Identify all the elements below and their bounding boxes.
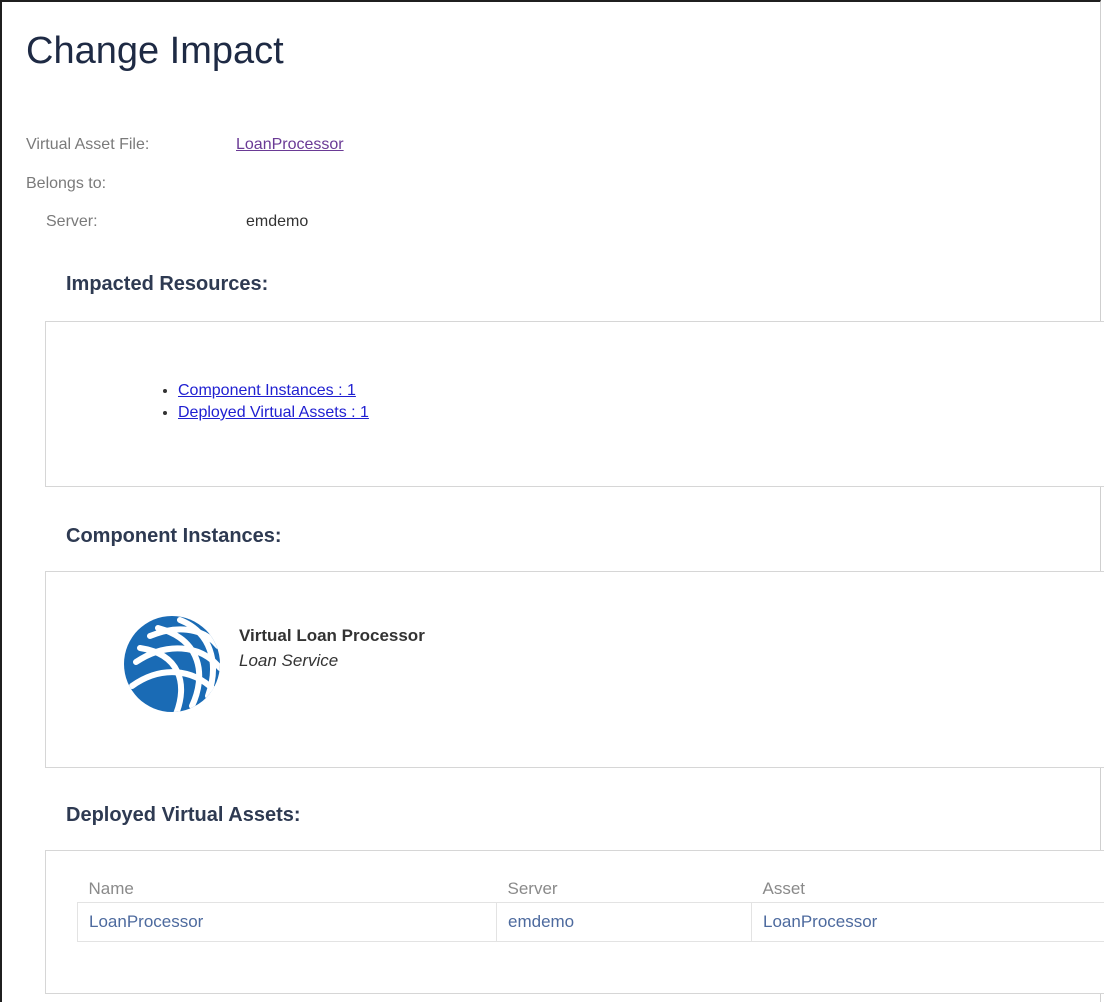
table-cell-name: LoanProcessor bbox=[77, 902, 497, 942]
component-instance-name[interactable]: Virtual Loan Processor bbox=[239, 626, 425, 646]
column-header-asset: Asset bbox=[762, 879, 806, 898]
globe-icon bbox=[122, 614, 222, 714]
virtual-asset-file-link[interactable]: LoanProcessor bbox=[236, 136, 344, 154]
deployed-virtual-assets-panel: Name Server Asset LoanProcessor emdemo L… bbox=[45, 850, 1104, 994]
column-header-server: Server bbox=[507, 879, 558, 898]
page-title: Change Impact bbox=[26, 30, 284, 72]
component-instance-description: Loan Service bbox=[239, 651, 339, 670]
virtual-asset-file-label: Virtual Asset File: bbox=[26, 136, 150, 153]
component-instances-panel: Virtual Loan Processor Loan Service bbox=[45, 571, 1104, 768]
column-header-name: Name bbox=[88, 879, 134, 898]
impacted-resources-panel: Component Instances : 1 Deployed Virtual… bbox=[45, 321, 1104, 487]
impacted-resources-list: Component Instances : 1 Deployed Virtual… bbox=[156, 380, 369, 424]
deployed-virtual-assets-link[interactable]: Deployed Virtual Assets : 1 bbox=[178, 404, 369, 421]
belongs-to-label: Belongs to: bbox=[26, 175, 107, 192]
deployed-virtual-assets-table: Name Server Asset LoanProcessor emdemo L… bbox=[77, 863, 1104, 942]
server-label: Server: bbox=[46, 213, 98, 230]
component-instances-heading: Component Instances: bbox=[66, 525, 282, 547]
list-item: Component Instances : 1 bbox=[178, 380, 369, 402]
table-header-row: Name Server Asset bbox=[78, 863, 1104, 903]
component-instances-link[interactable]: Component Instances : 1 bbox=[178, 382, 356, 399]
server-value: emdemo bbox=[246, 213, 309, 230]
impacted-resources-heading: Impacted Resources: bbox=[66, 273, 269, 295]
table-row[interactable]: LoanProcessor emdemo LoanProcessor bbox=[77, 902, 1104, 942]
table-cell-server: emdemo bbox=[496, 902, 752, 942]
table-cell-asset: LoanProcessor bbox=[751, 902, 1104, 942]
deployed-virtual-assets-heading: Deployed Virtual Assets: bbox=[66, 804, 301, 826]
list-item: Deployed Virtual Assets : 1 bbox=[178, 402, 369, 424]
